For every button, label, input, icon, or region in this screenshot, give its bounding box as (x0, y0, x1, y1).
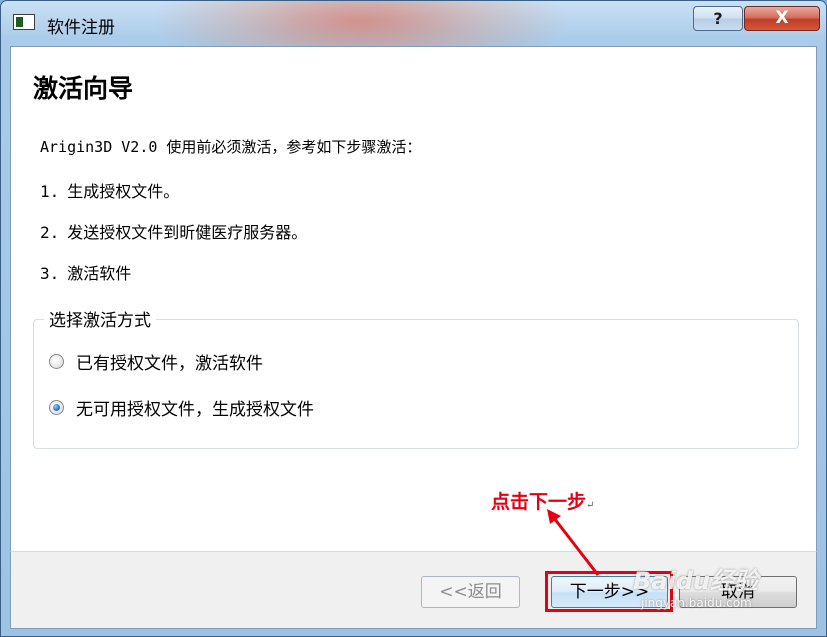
watermark-logo: Baidu经验 (633, 567, 758, 595)
dialog-window: 软件注册 ? X 激活向导 Arigin3D V2.0 使用前必须激活，参考如下… (0, 0, 827, 637)
watermark-url: jingyan.baidu.com (641, 596, 752, 610)
annotation-arrow (547, 509, 600, 576)
